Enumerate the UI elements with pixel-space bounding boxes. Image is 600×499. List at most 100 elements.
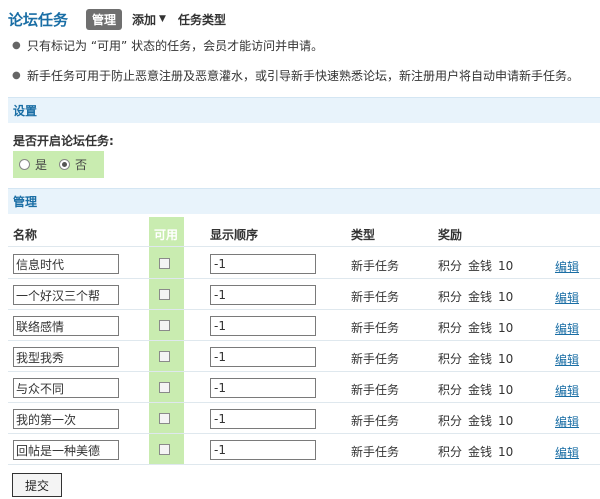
reward-currency: 金钱 — [468, 352, 493, 366]
reward-currency: 金钱 — [468, 445, 493, 459]
task-name-input[interactable]: 回帖是一种美德 — [13, 440, 119, 460]
table-row: 我的第一次 -1 新手任务 积分 金钱 10 编辑 — [8, 403, 600, 434]
task-type: 新手任务 — [351, 445, 400, 459]
table-row: 一个好汉三个帮 -1 新手任务 积分 金钱 10 编辑 — [8, 279, 600, 310]
reward-kind: 积分 — [438, 290, 463, 304]
tab-manage[interactable]: 管理 — [86, 8, 123, 30]
tip-item: ● 新手任务可用于防止恶意注册及恶意灌水，或引导新手快速熟悉论坛，新注册用户将自… — [12, 68, 579, 84]
tab-add-label: 添加 — [132, 12, 157, 27]
enabled-checkbox[interactable] — [159, 320, 170, 331]
reward-amount: 10 — [498, 383, 514, 397]
reward-kind: 积分 — [438, 321, 463, 335]
table-row: 回帖是一种美德 -1 新手任务 积分 金钱 10 编辑 — [8, 434, 600, 465]
task-name-input[interactable]: 信息时代 — [13, 254, 119, 274]
task-name-input[interactable]: 我的第一次 — [13, 409, 119, 429]
reward-amount: 10 — [498, 259, 514, 273]
display-order-input[interactable]: -1 — [210, 316, 316, 336]
table-row: 我型我秀 -1 新手任务 积分 金钱 10 编辑 — [8, 341, 600, 372]
enable-tasks-label: 是否开启论坛任务: — [13, 134, 114, 148]
task-name-input[interactable]: 联络感情 — [13, 316, 119, 336]
reward-currency: 金钱 — [468, 321, 493, 335]
reward-currency: 金钱 — [468, 259, 493, 273]
reward-kind: 积分 — [438, 259, 463, 273]
task-type: 新手任务 — [351, 383, 400, 397]
col-header-type: 类型 — [351, 228, 376, 242]
task-type: 新手任务 — [351, 259, 400, 273]
reward-amount: 10 — [498, 321, 514, 335]
tip-text: 只有标记为 “可用” 状态的任务，会员才能访问并申请。 — [27, 39, 324, 53]
display-order-input[interactable]: -1 — [210, 409, 316, 429]
edit-link[interactable]: 编辑 — [555, 320, 579, 337]
enable-tasks-radio-group: 是 否 — [13, 151, 104, 178]
edit-link[interactable]: 编辑 — [555, 444, 579, 461]
reward-amount: 10 — [498, 352, 514, 366]
radio-unselected-icon — [19, 159, 30, 170]
reward-amount: 10 — [498, 414, 514, 428]
task-reward: 积分 金钱 10 — [438, 381, 519, 398]
reward-kind: 积分 — [438, 445, 463, 459]
task-type: 新手任务 — [351, 352, 400, 366]
submit-button[interactable]: 提交 — [12, 473, 62, 497]
manage-section-header: 管理 — [8, 188, 600, 214]
caret-down-icon: ▼ — [159, 14, 166, 24]
edit-link[interactable]: 编辑 — [555, 351, 579, 368]
task-reward: 积分 金钱 10 — [438, 257, 519, 274]
enabled-checkbox[interactable] — [159, 413, 170, 424]
radio-no-label: 否 — [75, 158, 88, 172]
settings-section-header: 设置 — [8, 97, 600, 123]
tip-item: ● 只有标记为 “可用” 状态的任务，会员才能访问并申请。 — [12, 38, 323, 54]
radio-yes[interactable]: 是 — [19, 156, 47, 173]
col-header-name: 名称 — [13, 228, 38, 242]
display-order-input[interactable]: -1 — [210, 254, 316, 274]
tip-text: 新手任务可用于防止恶意注册及恶意灌水，或引导新手快速熟悉论坛，新注册用户将自动申… — [27, 69, 580, 83]
enabled-checkbox[interactable] — [159, 351, 170, 362]
display-order-input[interactable]: -1 — [210, 285, 316, 305]
tab-add[interactable]: 添加 ▼ — [132, 11, 166, 28]
radio-yes-label: 是 — [35, 158, 48, 172]
task-reward: 积分 金钱 10 — [438, 350, 519, 367]
reward-kind: 积分 — [438, 352, 463, 366]
table-row: 信息时代 -1 新手任务 积分 金钱 10 编辑 — [8, 248, 600, 279]
table-header: 名称 可用 显示顺序 类型 奖励 — [8, 217, 600, 247]
tab-task-types[interactable]: 任务类型 — [178, 11, 226, 28]
enabled-checkbox[interactable] — [159, 289, 170, 300]
task-reward: 积分 金钱 10 — [438, 412, 519, 429]
col-header-reward: 奖励 — [438, 228, 463, 242]
page-title: 论坛任务 — [8, 10, 69, 29]
reward-currency: 金钱 — [468, 290, 493, 304]
reward-currency: 金钱 — [468, 383, 493, 397]
top-bar: 论坛任务 管理 添加 ▼ 任务类型 — [8, 8, 238, 30]
enabled-checkbox[interactable] — [159, 382, 170, 393]
task-type: 新手任务 — [351, 321, 400, 335]
radio-no[interactable]: 否 — [59, 156, 87, 173]
display-order-input[interactable]: -1 — [210, 347, 316, 367]
reward-currency: 金钱 — [468, 414, 493, 428]
task-type: 新手任务 — [351, 414, 400, 428]
display-order-input[interactable]: -1 — [210, 378, 316, 398]
reward-amount: 10 — [498, 290, 514, 304]
task-name-input[interactable]: 一个好汉三个帮 — [13, 285, 119, 305]
radio-selected-icon — [59, 159, 71, 170]
bullet-icon: ● — [12, 40, 21, 51]
task-reward: 积分 金钱 10 — [438, 443, 519, 460]
bullet-icon: ● — [12, 70, 21, 81]
reward-kind: 积分 — [438, 414, 463, 428]
reward-kind: 积分 — [438, 383, 463, 397]
table-row: 与众不同 -1 新手任务 积分 金钱 10 编辑 — [8, 372, 600, 403]
enabled-checkbox[interactable] — [159, 444, 170, 455]
edit-link[interactable]: 编辑 — [555, 289, 579, 306]
edit-link[interactable]: 编辑 — [555, 382, 579, 399]
reward-amount: 10 — [498, 445, 514, 459]
task-name-input[interactable]: 与众不同 — [13, 378, 119, 398]
display-order-input[interactable]: -1 — [210, 440, 316, 460]
task-reward: 积分 金钱 10 — [438, 319, 519, 336]
task-name-input[interactable]: 我型我秀 — [13, 347, 119, 367]
table-row: 联络感情 -1 新手任务 积分 金钱 10 编辑 — [8, 310, 600, 341]
task-reward: 积分 金钱 10 — [438, 288, 519, 305]
col-header-enabled: 可用 — [154, 228, 179, 242]
col-header-order: 显示顺序 — [210, 228, 259, 242]
edit-link[interactable]: 编辑 — [555, 258, 579, 275]
enabled-checkbox[interactable] — [159, 258, 170, 269]
edit-link[interactable]: 编辑 — [555, 413, 579, 430]
task-type: 新手任务 — [351, 290, 400, 304]
